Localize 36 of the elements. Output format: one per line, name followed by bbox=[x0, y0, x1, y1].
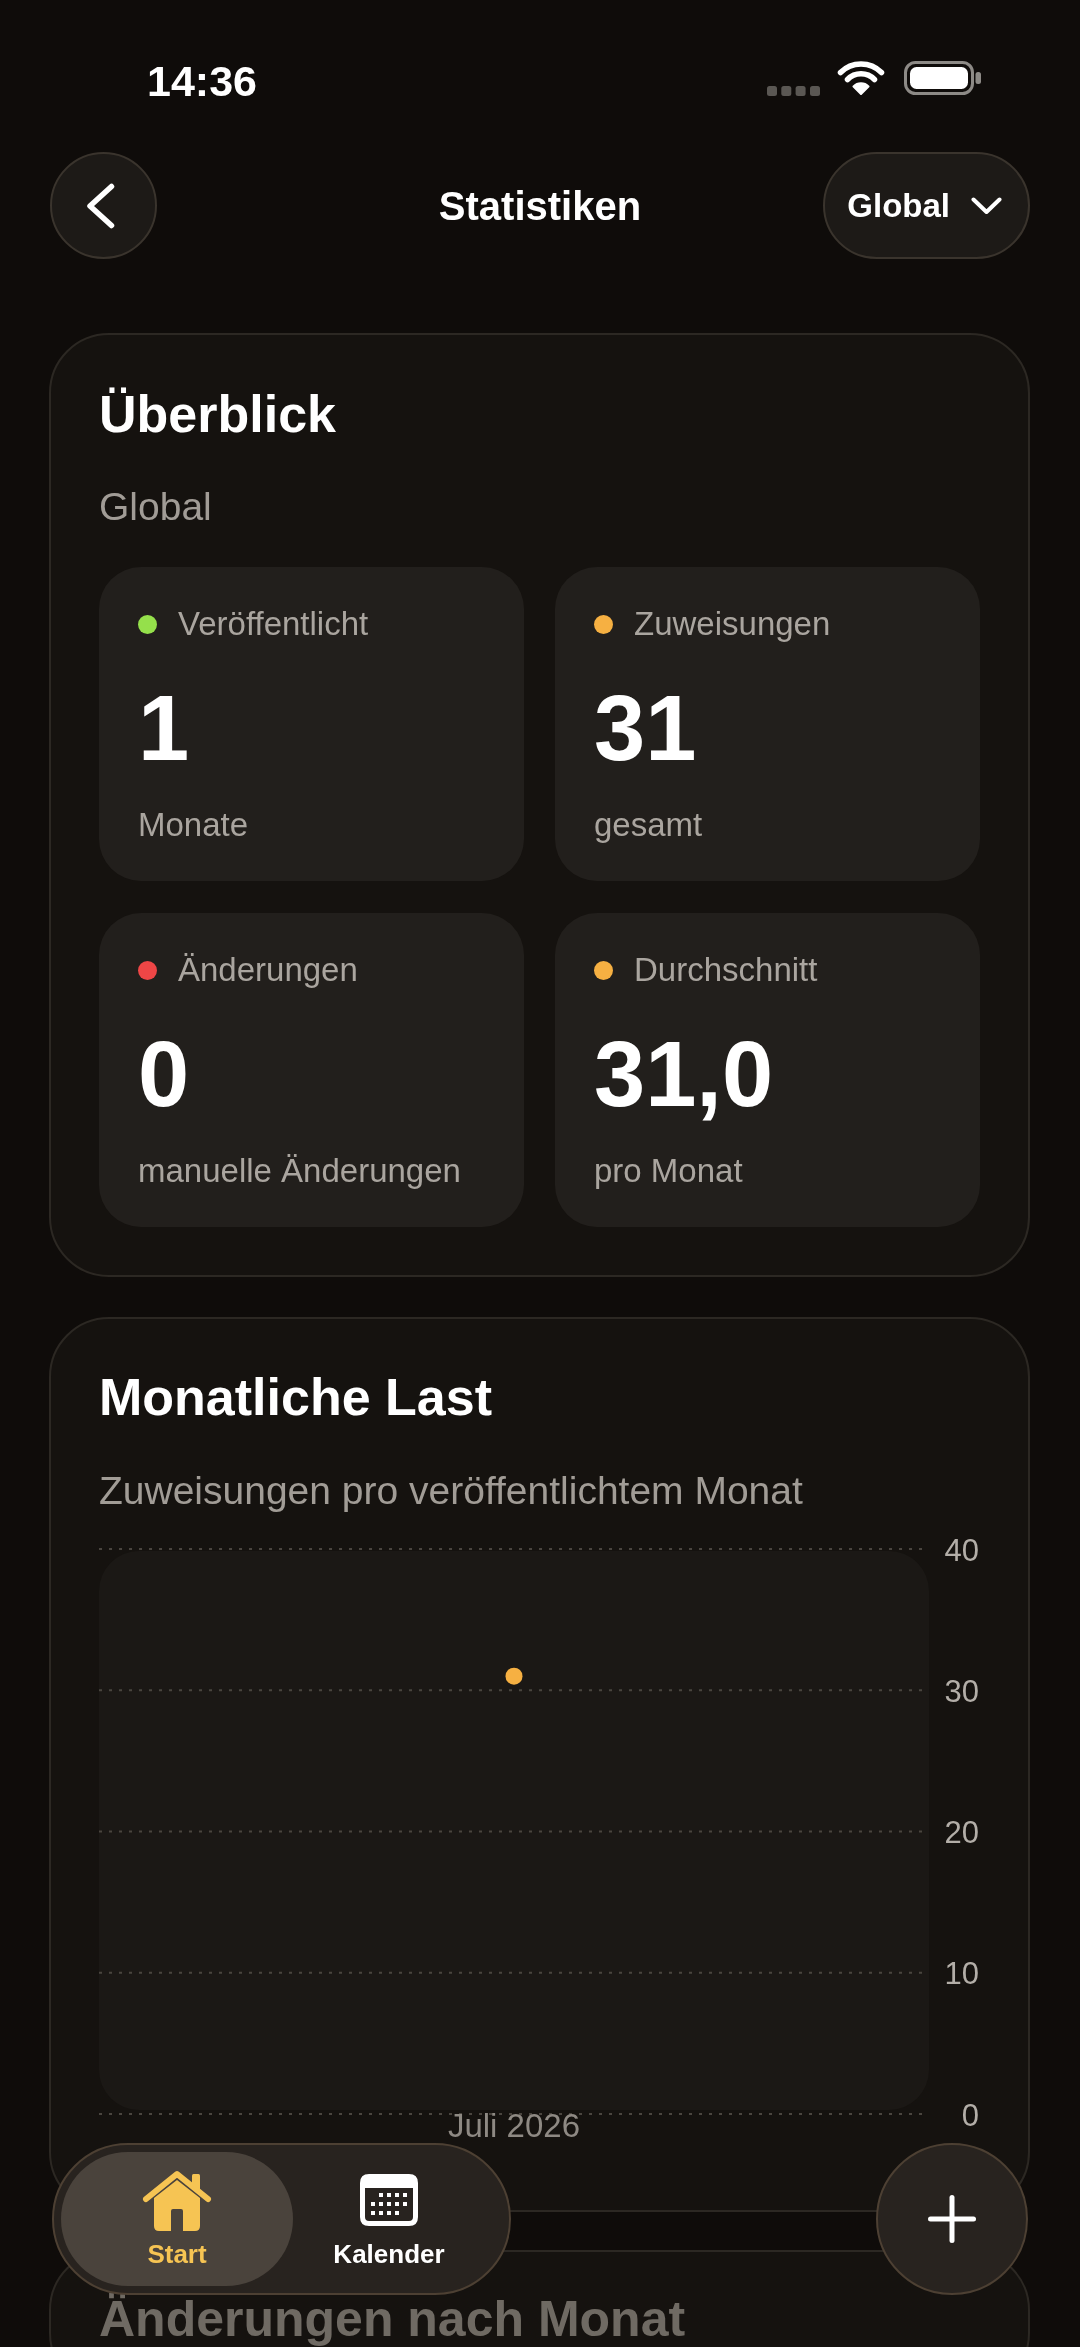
stat-label: Durchschnitt bbox=[634, 950, 818, 990]
y-axis-label: 40 bbox=[944, 1532, 979, 1568]
card-subtitle: Zuweisungen pro veröffentlichtem Monat bbox=[99, 1468, 804, 1514]
y-axis-label: 20 bbox=[944, 1815, 979, 1850]
stat-label: Änderungen bbox=[178, 950, 358, 990]
stat-value: 31,0 bbox=[594, 1028, 775, 1120]
tab[interactable]: Kalender bbox=[293, 2152, 485, 2286]
stat-value: 31 bbox=[594, 682, 698, 774]
card-title: Überblick bbox=[99, 384, 337, 444]
stat-label: Zuweisungen bbox=[634, 604, 831, 644]
stat-value: 0 bbox=[138, 1028, 191, 1120]
home-icon bbox=[142, 2169, 212, 2231]
page-title: Statistiken bbox=[438, 182, 642, 230]
stat-caption: Monate bbox=[138, 805, 250, 845]
tab[interactable]: Start bbox=[61, 2152, 293, 2286]
wifi-icon bbox=[837, 61, 885, 95]
stat-caption: manuelle Änderungen bbox=[138, 1151, 462, 1191]
x-axis-label: Juli 2026 bbox=[447, 2106, 581, 2144]
y-axis-label: 10 bbox=[944, 1956, 979, 1992]
y-axis-label: 30 bbox=[944, 1673, 979, 1709]
battery-icon bbox=[904, 61, 981, 95]
stat-value: 1 bbox=[138, 682, 191, 774]
stat-label: Veröffentlicht bbox=[178, 604, 369, 644]
chevron-left-icon bbox=[86, 182, 115, 229]
chevron-down-icon bbox=[971, 196, 1002, 215]
stat-caption: gesamt bbox=[594, 805, 704, 845]
calendar-icon bbox=[360, 2174, 418, 2226]
stat-caption: pro Monat bbox=[594, 1151, 744, 1191]
signal-icon bbox=[767, 86, 820, 96]
status-time: 14:36 bbox=[147, 58, 257, 104]
y-axis-label: 0 bbox=[961, 2097, 979, 2133]
card-title: Monatliche Last bbox=[99, 1367, 493, 1427]
card-subtitle: Global bbox=[99, 484, 213, 530]
plus-icon bbox=[928, 2195, 976, 2243]
scope-dropdown-button[interactable]: Global bbox=[823, 152, 1030, 259]
data-point bbox=[505, 1667, 523, 1685]
